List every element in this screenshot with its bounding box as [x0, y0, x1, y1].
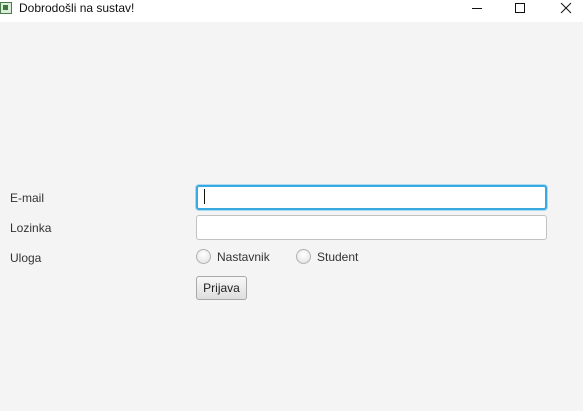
- window-titlebar[interactable]: Dobrodošli na sustav!: [0, 0, 583, 22]
- login-button[interactable]: Prijava: [196, 276, 247, 300]
- radio-circle-icon[interactable]: [196, 249, 211, 264]
- role-option-nastavnik[interactable]: Nastavnik: [196, 249, 270, 264]
- minimize-icon: [472, 8, 482, 9]
- minimize-button[interactable]: [454, 0, 500, 16]
- role-option-student[interactable]: Student: [296, 249, 358, 264]
- close-icon: [560, 2, 572, 14]
- app-icon: [0, 2, 12, 14]
- radio-label: Student: [317, 249, 359, 264]
- close-button[interactable]: [543, 0, 583, 16]
- text-caret: [204, 189, 205, 204]
- password-field[interactable]: [196, 215, 547, 240]
- radio-label: Nastavnik: [217, 249, 270, 264]
- email-field[interactable]: [196, 185, 547, 210]
- window-title: Dobrodošli na sustav!: [19, 1, 135, 15]
- role-label: Uloga: [10, 251, 42, 265]
- password-label: Lozinka: [10, 221, 52, 235]
- email-label: E-mail: [10, 191, 45, 205]
- maximize-button[interactable]: [497, 0, 543, 16]
- maximize-icon: [515, 3, 525, 13]
- radio-circle-icon[interactable]: [296, 249, 311, 264]
